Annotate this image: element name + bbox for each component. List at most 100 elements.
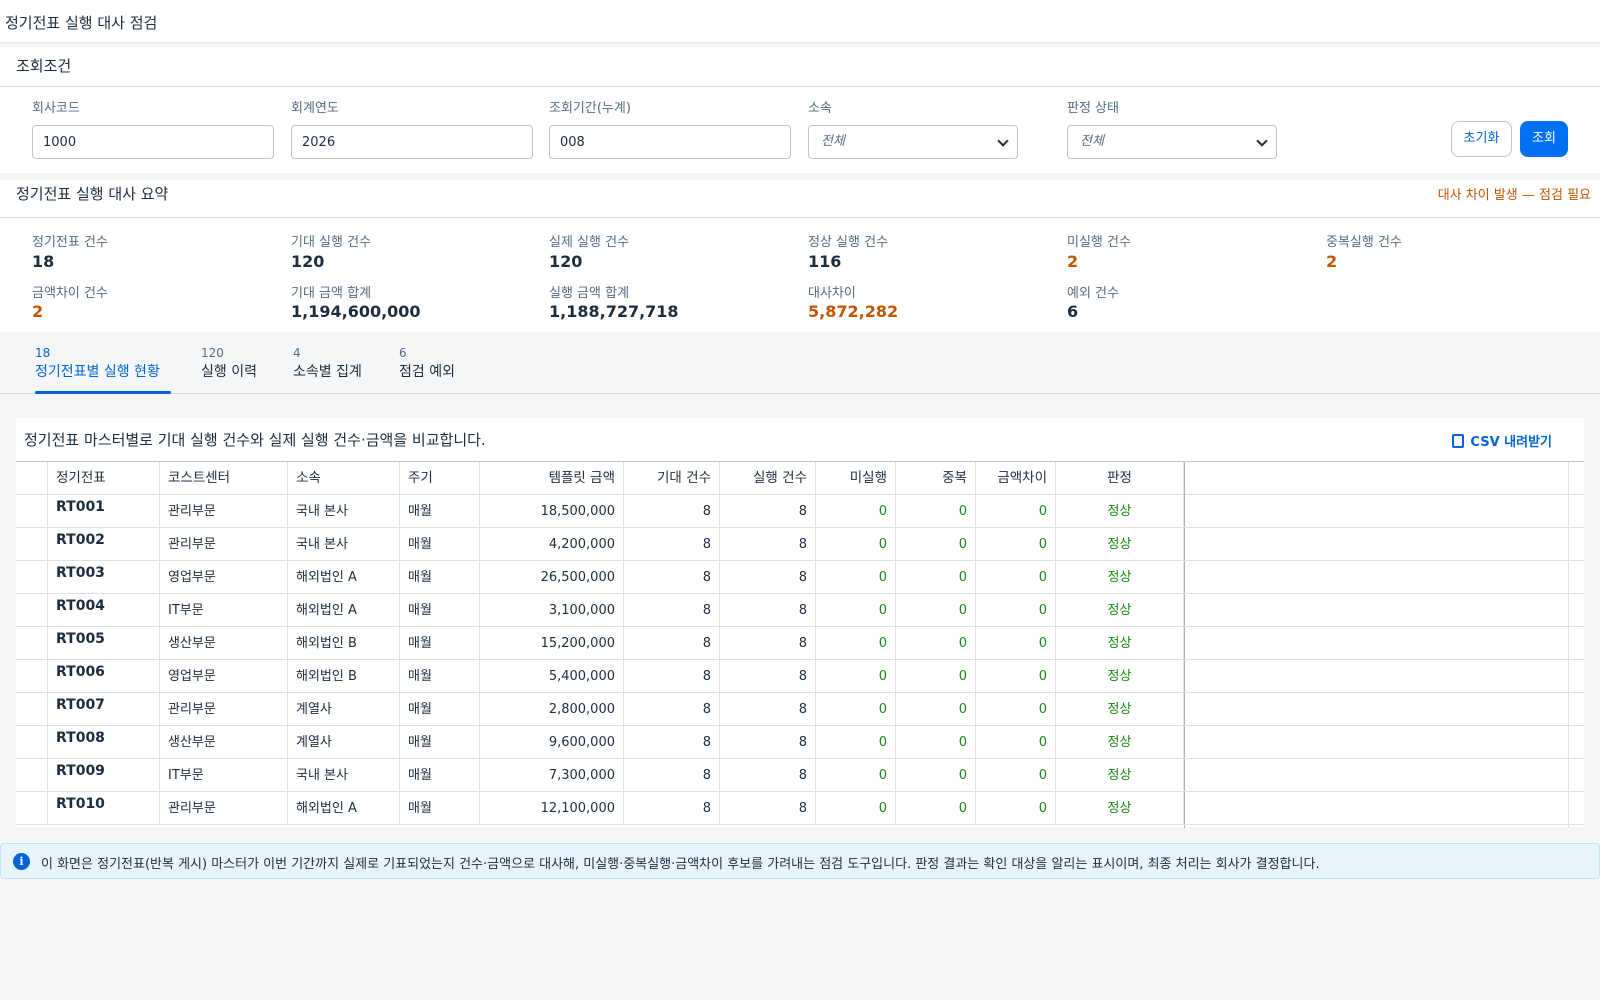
row-selector[interactable] [16,528,48,560]
cell-missing: 0 [816,594,896,626]
stat-label: 금액차이 건수 [32,286,108,301]
table-row[interactable]: RT009 IT부문 국내 본사 매월 7,300,000 8 8 0 0 0 정상 [16,759,1584,792]
company-code-input[interactable] [32,125,274,159]
filter-panel: 조회조건 회사코드 회계연도 조회기간(누계) 소속 전체 판정 상태 전체 초… [0,47,1600,173]
cell-voucher: RT005 [48,627,160,659]
column-header[interactable]: 소속 [288,462,400,494]
stat-value: 120 [549,252,583,271]
column-header[interactable]: 정기전표 [48,462,160,494]
cell-amount-diff: 0 [976,594,1056,626]
row-selector[interactable] [16,693,48,725]
stat-value: 2 [1326,252,1338,271]
tab-label: 정기전표별 실행 현황 [35,364,160,380]
tab-label: 점검 예외 [399,364,455,380]
cell-expected-count: 8 [624,726,720,758]
column-header[interactable]: 중복 [896,462,976,494]
column-header[interactable]: 기대 건수 [624,462,720,494]
page-header: 정기전표 실행 대사 점검 [0,0,1600,43]
affiliation-select[interactable]: 전체 [808,125,1018,159]
row-selector[interactable] [16,561,48,593]
row-selector[interactable] [16,495,48,527]
cell-voucher: RT006 [48,660,160,692]
cell-affiliation: 계열사 [288,693,400,725]
cell-cycle: 매월 [400,660,480,692]
table-row[interactable]: RT001 관리부문 국내 본사 매월 18,500,000 8 8 0 0 0 정상 [16,495,1584,528]
column-header[interactable]: 미실행 [816,462,896,494]
page-title: 정기전표 실행 대사 점검 [5,14,158,32]
tab-execution-history[interactable]: 120 실행 이력 [201,346,263,394]
chevron-down-icon [997,135,1009,147]
summary-panel: 정기전표 실행 대사 요약 대사 차이 발생 — 점검 필요 정기전표 건수 1… [0,180,1600,332]
cell-missing: 0 [816,693,896,725]
cell-expected-count: 8 [624,759,720,791]
column-header[interactable]: 판정 [1056,462,1184,494]
table-row[interactable]: RT006 영업부문 해외법인 B 매월 5,400,000 8 8 0 0 0 정상 [16,660,1584,693]
stat-value: 5,872,282 [808,302,899,321]
cell-executed-count: 8 [720,528,816,560]
chevron-down-icon [1256,135,1268,147]
tab-count: 18 [35,346,51,360]
column-header[interactable]: 주기 [400,462,480,494]
period-label: 조회기간(누계) [549,101,631,116]
row-selector[interactable] [16,594,48,626]
cell-judgment: 정상 [1056,594,1184,626]
table-row[interactable]: RT007 관리부문 계열사 매월 2,800,000 8 8 0 0 0 정상 [16,693,1584,726]
table-row[interactable]: RT003 영업부문 해외법인 A 매월 26,500,000 8 8 0 0 0 정상 [16,561,1584,594]
cell-cycle: 매월 [400,528,480,560]
fiscal-year-input[interactable] [291,125,533,159]
period-input[interactable] [549,125,791,159]
table-row[interactable]: RT008 생산부문 계열사 매월 9,600,000 8 8 0 0 0 정상 [16,726,1584,759]
reset-button[interactable]: 초기화 [1451,121,1512,157]
table-row[interactable]: RT010 관리부문 해외법인 A 매월 12,100,000 8 8 0 0 0 정상 [16,792,1584,825]
cell-executed-count: 8 [720,495,816,527]
cell-amount-diff: 0 [976,528,1056,560]
cell-executed-count: 8 [720,594,816,626]
column-header[interactable]: 템플릿 금액 [480,462,624,494]
stat-label: 예외 건수 [1067,286,1119,301]
cell-executed-count: 8 [720,561,816,593]
column-header[interactable]: 실행 건수 [720,462,816,494]
stat-value: 2 [1067,252,1079,271]
tab-affiliation-summary[interactable]: 4 소속별 집계 [293,346,367,394]
csv-download-button[interactable]: CSV 내려받기 [1452,431,1552,450]
cell-executed-count: 8 [720,759,816,791]
cell-duplicate: 0 [896,528,976,560]
row-selector[interactable] [16,792,48,824]
cell-expected-count: 8 [624,693,720,725]
cell-voucher: RT008 [48,726,160,758]
row-selector[interactable] [16,627,48,659]
status-select[interactable]: 전체 [1067,125,1277,159]
stat-label: 미실행 건수 [1067,235,1131,250]
table-row[interactable]: RT004 IT부문 해외법인 A 매월 3,100,000 8 8 0 0 0 정상 [16,594,1584,627]
tab-bar: 18 정기전표별 실행 현황 120 실행 이력 4 소속별 집계 6 점검 예… [0,340,1600,394]
search-button[interactable]: 조회 [1520,121,1568,157]
tab-count: 120 [201,346,224,360]
stat-value: 2 [32,302,44,321]
cell-judgment: 정상 [1056,726,1184,758]
cell-voucher: RT009 [48,759,160,791]
cell-missing: 0 [816,561,896,593]
tab-count: 6 [399,346,407,360]
tab-exceptions[interactable]: 6 점검 예외 [399,346,461,394]
cell-judgment: 정상 [1056,792,1184,824]
stat-label: 중복실행 건수 [1326,235,1402,250]
stat-label: 기대 실행 건수 [291,235,372,250]
company-code-label: 회사코드 [32,101,80,116]
cell-missing: 0 [816,528,896,560]
column-header[interactable]: 금액차이 [976,462,1056,494]
row-selector[interactable] [16,726,48,758]
row-selector[interactable] [16,759,48,791]
row-selector[interactable] [16,660,48,692]
cell-expected-count: 8 [624,660,720,692]
info-icon: i [13,853,30,870]
csv-download-label: CSV 내려받기 [1470,435,1552,450]
tab-recurring-status[interactable]: 18 정기전표별 실행 현황 [35,346,171,394]
summary-panel-title: 정기전표 실행 대사 요약 [16,185,169,203]
cell-executed-count: 8 [720,726,816,758]
cell-judgment: 정상 [1056,693,1184,725]
table-row[interactable]: RT005 생산부문 해외법인 B 매월 15,200,000 8 8 0 0 0 정상 [16,627,1584,660]
cell-template-amount: 9,600,000 [480,726,624,758]
data-grid: 정기전표 코스트센터 소속 주기 템플릿 금액 기대 건수 실행 건수 미실행 … [16,461,1584,828]
column-header[interactable]: 코스트센터 [160,462,288,494]
table-row[interactable]: RT002 관리부문 국내 본사 매월 4,200,000 8 8 0 0 0 정상 [16,528,1584,561]
